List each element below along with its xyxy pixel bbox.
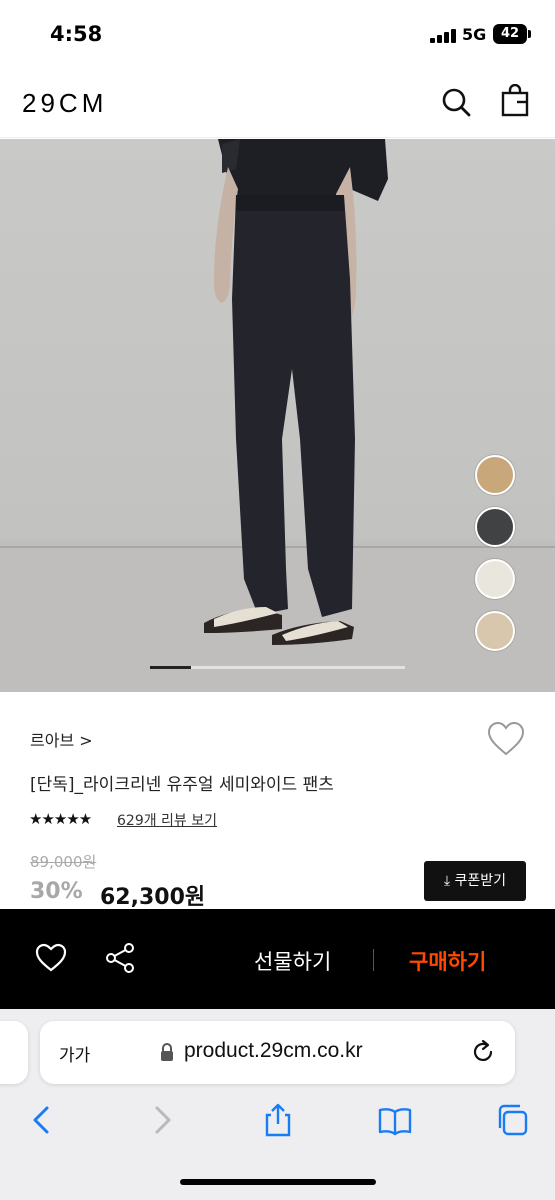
color-swatch-ivory[interactable] <box>475 559 515 599</box>
review-link[interactable]: 629개 리뷰 보기 <box>117 810 217 830</box>
url-text[interactable]: product.29cm.co.kr <box>184 1039 363 1063</box>
battery-tip <box>528 30 531 38</box>
color-swatch-beige[interactable] <box>475 455 515 495</box>
coupon-button[interactable]: ⤓ 쿠폰받기 <box>424 861 526 901</box>
sale-price: 62,300원 <box>100 885 206 910</box>
app-header: 29CM <box>0 70 555 138</box>
page: 4:58 5G 42 29CM 르아브 > [단독]_라이크리넨 유주얼 세미와… <box>0 0 555 1200</box>
action-divider <box>373 949 374 971</box>
product-photo <box>0 139 555 692</box>
product-name: [단독]_라이크리넨 유주얼 세미와이드 팬츠 <box>30 775 334 795</box>
browser-toolbar: 가가 product.29cm.co.kr <box>0 1009 555 1200</box>
brand-link[interactable]: 르아브 > <box>30 727 93 751</box>
previous-tab-preview[interactable] <box>0 1021 28 1084</box>
status-time: 4:58 <box>50 22 103 46</box>
logo[interactable]: 29CM <box>22 88 107 119</box>
gallery-progress <box>150 666 405 669</box>
color-swatch-sand[interactable] <box>475 611 515 651</box>
heart-icon[interactable] <box>35 943 67 973</box>
rating-stars: ★★★★★ <box>29 810 92 828</box>
buy-button[interactable]: 구매하기 <box>409 946 486 976</box>
reload-icon[interactable] <box>470 1039 496 1065</box>
action-bar: 선물하기 구매하기 <box>0 909 555 1009</box>
bookmarks-icon[interactable] <box>378 1103 412 1137</box>
color-swatch-charcoal[interactable] <box>475 507 515 547</box>
share-sheet-icon[interactable] <box>261 1103 295 1137</box>
share-icon[interactable] <box>104 942 136 974</box>
gift-button[interactable]: 선물하기 <box>254 946 331 976</box>
gallery-progress-fill <box>150 666 191 669</box>
address-bar[interactable]: 가가 product.29cm.co.kr <box>40 1021 515 1084</box>
lock-icon <box>161 1043 173 1061</box>
battery-icon: 42 <box>493 24 527 44</box>
product-image[interactable] <box>0 139 555 692</box>
original-price: 89,000원 <box>30 853 97 871</box>
tabs-icon[interactable] <box>495 1103 529 1137</box>
signal-icon <box>430 28 456 43</box>
forward-icon[interactable] <box>145 1103 179 1137</box>
wishlist-heart-icon[interactable] <box>487 721 525 757</box>
shopping-bag-icon[interactable] <box>499 84 531 118</box>
status-bar: 4:58 5G 42 <box>0 0 555 70</box>
search-icon[interactable] <box>440 86 472 118</box>
home-indicator <box>180 1179 376 1185</box>
discount-rate: 30% <box>30 879 83 904</box>
text-size-button[interactable]: 가가 <box>59 1041 90 1066</box>
network-type: 5G <box>462 25 487 44</box>
back-icon[interactable] <box>25 1103 59 1137</box>
